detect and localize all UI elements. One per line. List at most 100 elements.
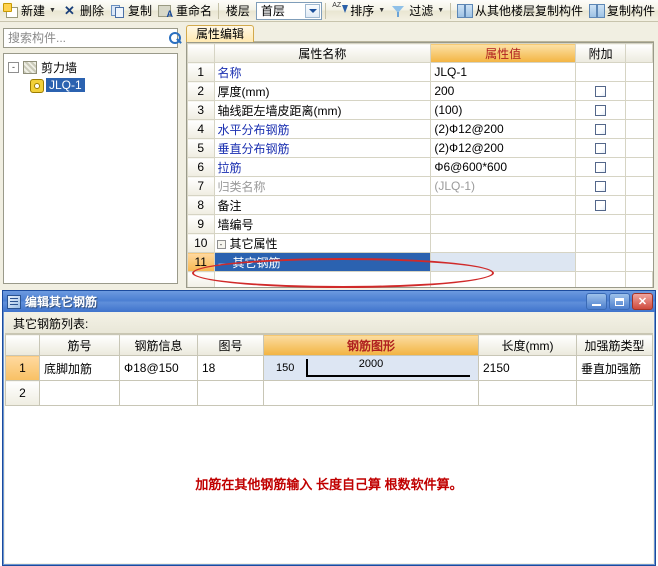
property-additional-cell[interactable] [574,138,627,158]
chevron-down-icon[interactable] [305,3,321,18]
property-value-cell[interactable]: Ф6@600*600 [430,157,576,177]
delete-button[interactable]: ✕ 删除 [59,1,107,21]
property-additional-cell[interactable] [574,100,627,120]
additional-checkbox[interactable] [595,143,607,155]
property-additional-cell[interactable] [574,119,627,139]
expander-icon[interactable]: - [8,62,19,73]
property-row[interactable]: 9 墙编号 [187,214,653,234]
property-name-cell[interactable]: — 其它钢筋 [213,252,432,272]
property-additional-cell[interactable] [574,157,627,177]
sort-button[interactable]: 排序 ▼ [329,1,388,21]
rebar-bar-name-cell[interactable]: 底脚加筋 [39,355,120,381]
property-value-cell[interactable]: (2)Ф12@200 [430,138,576,158]
rebar-shape-cell[interactable] [263,380,479,406]
additional-checkbox[interactable] [595,181,607,193]
property-name-cell[interactable]: 厚度(mm) [213,81,432,101]
property-name-cell[interactable]: 归类名称 [213,176,432,196]
header-bar-name[interactable]: 筋号 [39,334,120,356]
rebar-length-cell[interactable]: 2150 [478,355,577,381]
tree-node-shear-wall[interactable]: - 剪力墙 [4,59,177,76]
rebar-bar-info-cell[interactable] [119,380,198,406]
property-row[interactable]: 5 垂直分布钢筋 (2)Ф12@200 [187,138,653,158]
property-row[interactable]: 6 拉筋 Ф6@600*600 [187,157,653,177]
property-value-cell[interactable]: 200 [430,81,576,101]
copy-component-button[interactable]: 复制构件 [586,1,658,21]
property-additional-cell[interactable] [574,62,627,82]
chevron-down-icon[interactable]: ▼ [377,7,385,14]
rebar-reinforce-type-cell[interactable]: 垂直加强筋 [576,355,653,381]
header-rebar-shape[interactable]: 钢筋图形 [263,334,479,356]
floor-select[interactable]: 首层 [255,1,323,20]
property-value-cell[interactable] [430,214,576,234]
property-row[interactable]: 7 归类名称 (JLQ-1) [187,176,653,196]
header-diagram-no[interactable]: 图号 [197,334,264,356]
property-row[interactable]: 1 名称 JLQ-1 [187,62,653,82]
property-value-cell[interactable] [430,233,576,253]
property-value-cell[interactable] [430,252,576,272]
property-name-cell[interactable]: 拉筋 [213,157,432,177]
rebar-reinforce-type-cell[interactable] [576,380,653,406]
property-value-cell[interactable] [430,195,576,215]
property-name-cell[interactable]: 名称 [213,62,432,82]
property-name-cell[interactable]: - 其它属性 [213,233,432,253]
header-reinforce-type[interactable]: 加强筋类型 [576,334,653,356]
property-row[interactable]: 2 厚度(mm) 200 [187,81,653,101]
property-row[interactable]: 4 水平分布钢筋 (2)Ф12@200 [187,119,653,139]
rebar-bar-info-cell[interactable]: Ф18@150 [119,355,198,381]
tab-property-editor[interactable]: 属性编辑 [186,25,255,42]
header-property-value[interactable]: 属性值 [430,43,576,63]
additional-checkbox[interactable] [595,124,607,136]
rebar-diagram-no-cell[interactable] [197,380,264,406]
rebar-length-cell[interactable] [478,380,577,406]
filter-button[interactable]: 过滤 ▼ [388,1,447,21]
rebar-row[interactable]: 1 底脚加筋 Ф18@150 18 150 2000 2150 垂直加强筋 [5,355,653,381]
search-box[interactable] [3,28,181,48]
header-length[interactable]: 长度(mm) [478,334,577,356]
property-value-cell[interactable]: (100) [430,100,576,120]
component-tree[interactable]: - 剪力墙 JLQ-1 [3,53,178,284]
search-input[interactable] [4,30,165,46]
property-value-cell[interactable]: (JLQ-1) [430,176,576,196]
chevron-down-icon[interactable]: ▼ [48,7,56,14]
maximize-button[interactable] [609,293,630,310]
property-name-cell[interactable]: 备注 [213,195,432,215]
header-bar-info[interactable]: 钢筋信息 [119,334,198,356]
property-additional-cell[interactable] [574,214,627,234]
rename-button[interactable]: 重命名 [155,1,215,21]
rebar-grid[interactable]: 筋号 钢筋信息 图号 钢筋图形 长度(mm) 加强筋类型 1 底脚加筋 Ф18@15… [5,334,653,442]
property-additional-cell[interactable] [574,233,627,253]
copy-button[interactable]: 复制 [107,1,155,21]
property-value-cell[interactable]: JLQ-1 [430,62,576,82]
additional-checkbox[interactable] [595,200,607,212]
close-button[interactable]: ✕ [632,293,653,310]
new-button[interactable]: 新建 ▼ [0,1,59,21]
property-row[interactable]: 11— 其它钢筋 [187,252,653,272]
additional-checkbox[interactable] [595,105,607,117]
chevron-down-icon[interactable]: ▼ [436,7,444,14]
additional-checkbox[interactable] [595,162,607,174]
rebar-shape-cell[interactable]: 150 2000 [263,355,479,381]
property-additional-cell[interactable] [574,81,627,101]
property-name-cell[interactable]: 轴线距左墙皮距离(mm) [213,100,432,120]
header-additional[interactable]: 附加 [574,43,627,63]
rebar-row[interactable]: 2 [5,380,653,406]
property-row[interactable]: 3 轴线距左墙皮距离(mm) (100) [187,100,653,120]
rebar-diagram-no-cell[interactable]: 18 [197,355,264,381]
property-name-cell[interactable]: 垂直分布钢筋 [213,138,432,158]
property-additional-cell[interactable] [574,195,627,215]
property-additional-cell[interactable] [574,176,627,196]
property-additional-cell[interactable] [574,252,627,272]
additional-checkbox[interactable] [595,86,607,98]
property-value-cell[interactable]: (2)Ф12@200 [430,119,576,139]
property-row[interactable]: 10- 其它属性 [187,233,653,253]
copy-from-other-floor-button[interactable]: 从其他楼层复制构件 [454,1,586,21]
tree-node-jlq-1[interactable]: JLQ-1 [4,76,177,93]
minimize-button[interactable] [586,293,607,310]
rebar-bar-name-cell[interactable] [39,380,120,406]
property-grid[interactable]: 属性名称 属性值 附加 1 名称 JLQ-1 2 厚度(mm) 200 3 轴线距左墙皮距离(… [186,42,654,288]
dialog-title-bar[interactable]: 编辑其它钢筋 ✕ [3,291,655,312]
group-expander-icon[interactable]: - [216,239,226,249]
header-property-name[interactable]: 属性名称 [213,43,432,63]
property-name-cell[interactable]: 水平分布钢筋 [213,119,432,139]
property-row[interactable]: 8 备注 [187,195,653,215]
